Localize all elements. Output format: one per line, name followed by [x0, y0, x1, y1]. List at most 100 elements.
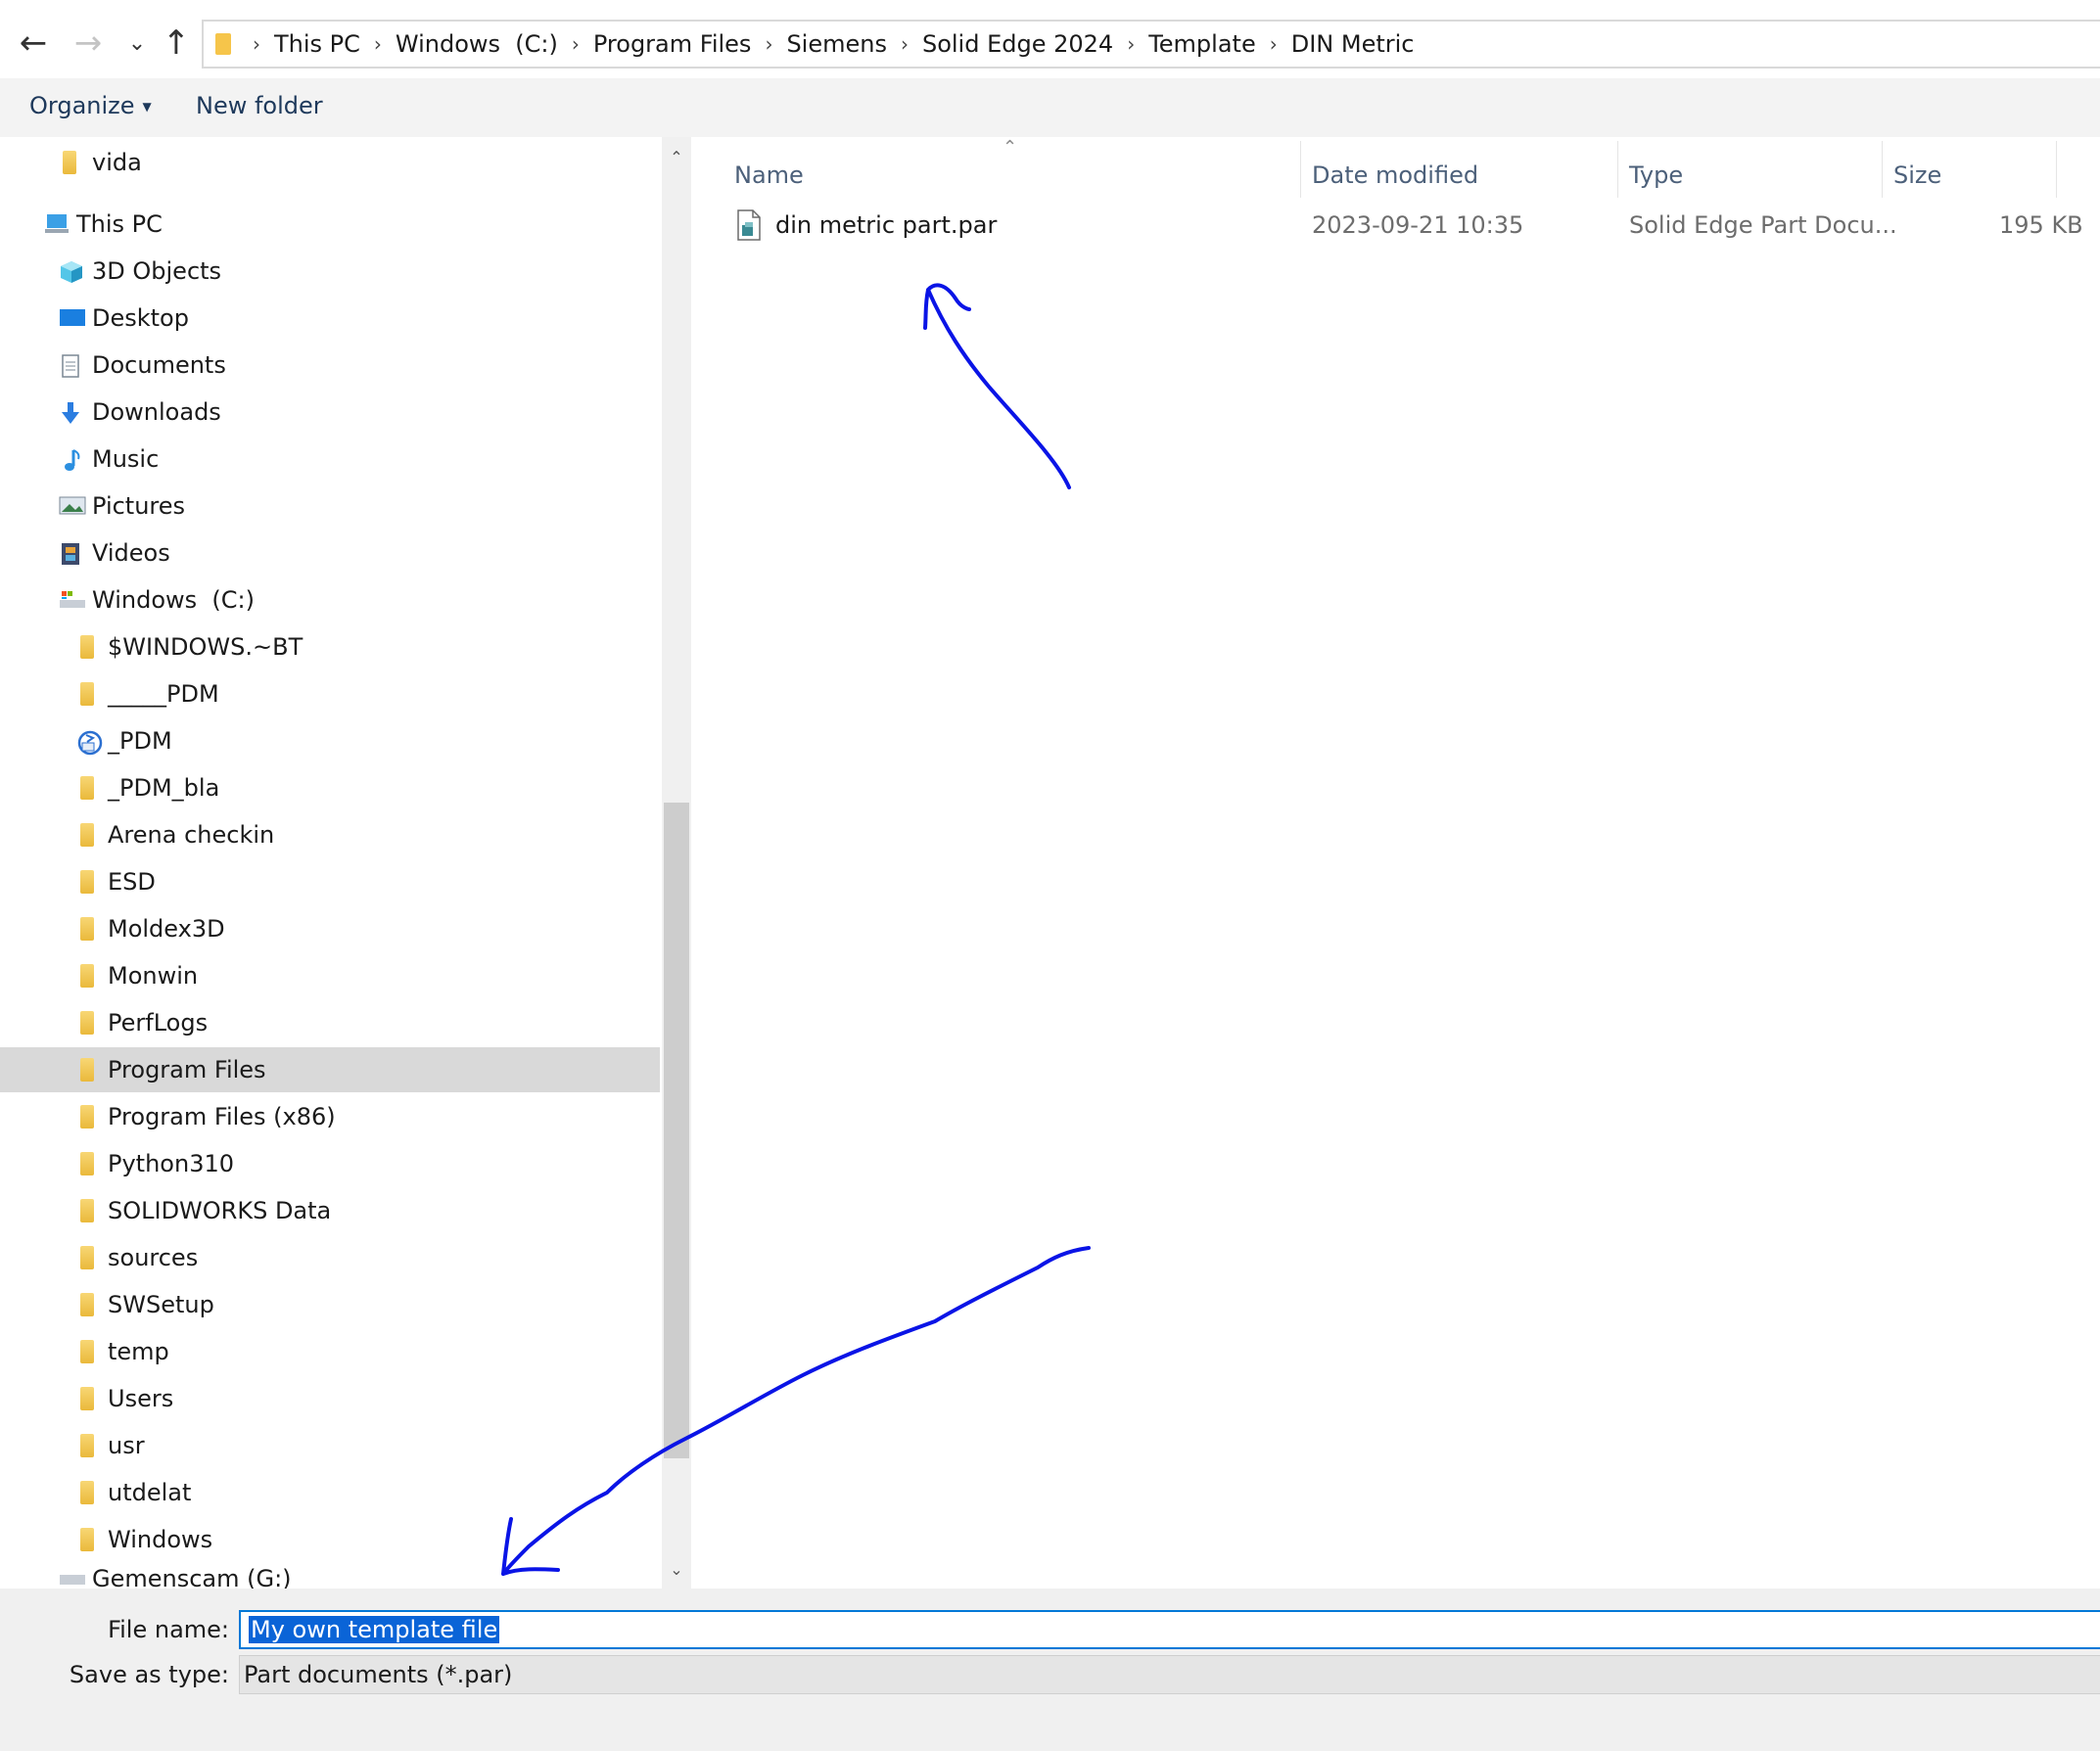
nav-item-vida[interactable]: vida	[0, 140, 660, 185]
chevron-right-icon[interactable]: ›	[1127, 32, 1135, 56]
nav-item-label: 3D Objects	[92, 257, 222, 285]
nav-item-label: Monwin	[108, 962, 199, 990]
file-list[interactable]: ⌃ Name Date modified Type Size din metri…	[693, 137, 2100, 1589]
nav-item-swsetup[interactable]: SWSetup	[0, 1282, 660, 1327]
scroll-up-button[interactable]: ⌃	[662, 137, 691, 176]
file-row[interactable]: din metric part.par 2023-09-21 10:35 Sol…	[723, 200, 2083, 251]
column-divider[interactable]	[1300, 141, 1301, 198]
nav-item-perflogs[interactable]: PerfLogs	[0, 1000, 660, 1045]
navigation-pane[interactable]: vida This PC 3D Objects Desktop Documents Dow…	[0, 137, 660, 1589]
nav-item-label: Documents	[92, 351, 226, 379]
nav-item-temp[interactable]: temp	[0, 1329, 660, 1374]
nav-item-label: Users	[108, 1385, 174, 1412]
address-bar[interactable]: › This PC › Windows (C:) › Program Files…	[202, 20, 2100, 69]
chevron-right-icon[interactable]: ›	[765, 32, 772, 56]
nav-item-music[interactable]: Music	[0, 437, 660, 482]
nav-item-3d-objects[interactable]: 3D Objects	[0, 249, 660, 294]
chevron-right-icon[interactable]: ›	[1270, 32, 1278, 56]
column-header-size[interactable]: Size	[1893, 151, 1941, 200]
sync-folder-icon	[76, 729, 103, 756]
nav-item-program-files-x86[interactable]: Program Files (x86)	[0, 1094, 660, 1139]
column-divider[interactable]	[1617, 141, 1618, 198]
nav-item-users[interactable]: Users	[0, 1376, 660, 1421]
chevron-right-icon[interactable]: ›	[901, 32, 909, 56]
column-divider[interactable]	[1882, 141, 1883, 198]
file-type: Solid Edge Part Docu...	[1629, 211, 1897, 239]
nav-item-label: Gemenscam (G:)	[92, 1565, 292, 1589]
nav-item-pdm[interactable]: _____PDM	[0, 671, 660, 716]
forward-button[interactable]: →	[61, 16, 116, 70]
nav-item-documents[interactable]: Documents	[0, 343, 660, 388]
breadcrumb-this-pc[interactable]: This PC	[274, 30, 360, 58]
column-header-date-modified[interactable]: Date modified	[1312, 151, 1478, 200]
organize-button[interactable]: Organize ▼	[29, 92, 152, 119]
save-options-area: File name: My own template file Save as …	[0, 1589, 2100, 1751]
nav-item-pictures[interactable]: Pictures	[0, 484, 660, 529]
nav-item-utdelat[interactable]: utdelat	[0, 1470, 660, 1515]
folder-icon	[76, 682, 100, 706]
nav-item-label: Windows (C:)	[92, 586, 255, 614]
cube-icon	[59, 259, 82, 283]
breadcrumb-windows-c[interactable]: Windows (C:)	[396, 30, 558, 58]
column-header-name[interactable]: Name	[734, 151, 804, 200]
column-divider[interactable]	[2056, 141, 2057, 198]
chevron-right-icon[interactable]: ›	[253, 32, 260, 56]
breadcrumb-program-files[interactable]: Program Files	[593, 30, 752, 58]
nav-item-label: Program Files (x86)	[108, 1103, 336, 1130]
nav-item-windows-bt[interactable]: $WINDOWS.~BT	[0, 624, 660, 669]
nav-item-downloads[interactable]: Downloads	[0, 390, 660, 435]
nav-item-gemenscam-g[interactable]: Gemenscam (G:)	[0, 1556, 660, 1589]
breadcrumb-siemens[interactable]: Siemens	[786, 30, 887, 58]
nav-item-label: Arena checkin	[108, 821, 275, 849]
nav-item-windows-c[interactable]: Windows (C:)	[0, 577, 660, 622]
folder-icon	[76, 1481, 100, 1504]
nav-item-pdm-bla[interactable]: _PDM_bla	[0, 765, 660, 810]
nav-item-moldex3d[interactable]: Moldex3D	[0, 906, 660, 951]
folder-icon	[76, 1434, 100, 1457]
back-button[interactable]: ←	[6, 16, 61, 70]
nav-item-label: PerfLogs	[108, 1009, 209, 1037]
nav-item-videos[interactable]: Videos	[0, 530, 660, 576]
file-name: din metric part.par	[775, 211, 998, 239]
nav-item-label: ESD	[108, 868, 156, 896]
column-header-type[interactable]: Type	[1629, 151, 1683, 200]
nav-item-label: usr	[108, 1432, 145, 1459]
nav-item-desktop[interactable]: Desktop	[0, 296, 660, 341]
folder-icon	[76, 1246, 100, 1269]
computer-icon	[43, 212, 69, 236]
new-folder-button[interactable]: New folder	[196, 92, 323, 119]
folder-icon	[215, 33, 231, 55]
nav-item-python310[interactable]: Python310	[0, 1141, 660, 1186]
nav-item-esd[interactable]: ESD	[0, 859, 660, 904]
sort-ascending-icon: ⌃	[1003, 137, 1018, 158]
nav-item-pdm[interactable]: _PDM	[0, 718, 660, 763]
up-button[interactable]: ↑	[149, 16, 204, 70]
organize-label: Organize	[29, 92, 135, 119]
nav-item-label: $WINDOWS.~BT	[108, 633, 303, 661]
nav-scrollbar[interactable]: ⌃ ⌄	[662, 137, 691, 1589]
file-date-modified: 2023-09-21 10:35	[1312, 211, 1524, 239]
folder-icon	[76, 1387, 100, 1410]
chevron-right-icon[interactable]: ›	[572, 32, 580, 56]
scroll-down-button[interactable]: ⌄	[662, 1549, 691, 1589]
save-as-type-select[interactable]: Part documents (*.par)	[239, 1655, 2100, 1694]
address-row: ← → ⌄ ↑ › This PC › Windows (C:) › Progr…	[0, 0, 2100, 86]
breadcrumb-solid-edge[interactable]: Solid Edge 2024	[922, 30, 1113, 58]
folder-icon	[76, 964, 100, 988]
chevron-right-icon[interactable]: ›	[374, 32, 382, 56]
nav-item-sources[interactable]: sources	[0, 1235, 660, 1280]
nav-item-label: _PDM	[108, 727, 172, 755]
back-arrow-icon: ←	[19, 23, 48, 63]
breadcrumb-template[interactable]: Template	[1148, 30, 1256, 58]
folder-icon	[76, 1199, 100, 1222]
nav-item-arena-checkin[interactable]: Arena checkin	[0, 812, 660, 857]
nav-item-program-files[interactable]: Program Files	[0, 1047, 660, 1092]
nav-item-solidworks-data[interactable]: SOLIDWORKS Data	[0, 1188, 660, 1233]
file-name-input[interactable]: My own template file	[239, 1610, 2100, 1649]
folder-icon	[76, 917, 100, 941]
breadcrumb-din-metric[interactable]: DIN Metric	[1291, 30, 1415, 58]
nav-item-monwin[interactable]: Monwin	[0, 953, 660, 998]
nav-item-this-pc[interactable]: This PC	[0, 202, 660, 247]
nav-item-usr[interactable]: usr	[0, 1423, 660, 1468]
scroll-thumb[interactable]	[664, 803, 689, 1458]
